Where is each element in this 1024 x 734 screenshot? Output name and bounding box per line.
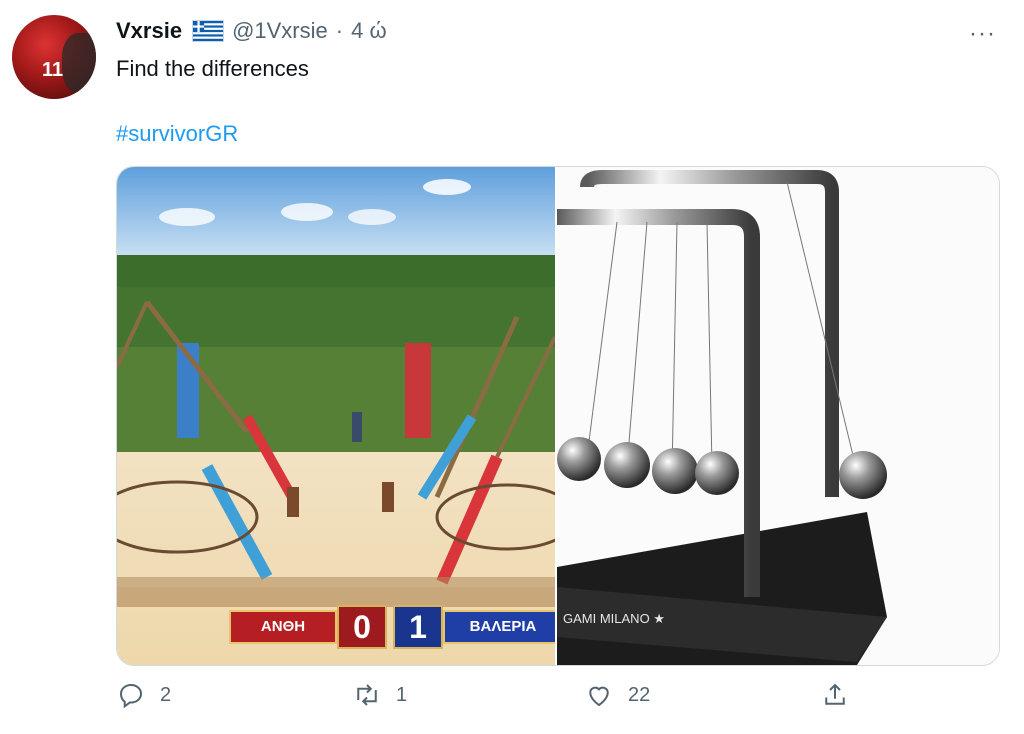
display-name[interactable]: Vxrsie	[116, 18, 182, 44]
survivor-photo[interactable]: ΑΝΘΗ 0 1 ΒΑΛΕΡΙΑ	[117, 167, 555, 665]
more-options-icon[interactable]: ···	[969, 20, 996, 48]
retweet-action[interactable]: 1	[352, 680, 407, 710]
scoreboard: ΑΝΘΗ 0 1 ΒΑΛΕΡΙΑ	[229, 605, 555, 649]
hashtag-link[interactable]: #survivorGR	[116, 121, 238, 147]
survivor-scene	[117, 167, 555, 665]
retweet-count: 1	[396, 683, 408, 706]
retweet-icon	[357, 684, 377, 706]
like-count: 22	[628, 683, 651, 706]
score-right: 1	[393, 605, 443, 649]
newtons-cradle-photo[interactable]: GAMI MILANO ★	[557, 167, 999, 665]
tweet-text: Find the differences	[116, 56, 309, 81]
tweet-actions: 2 1 22	[116, 680, 876, 720]
tweet-media[interactable]: ΑΝΘΗ 0 1 ΒΑΛΕΡΙΑ GAMI MILANO ★	[116, 166, 1000, 666]
timestamp[interactable]: 4 ώ	[351, 18, 387, 44]
greek-flag-icon	[192, 20, 225, 42]
avatar-shadow	[62, 33, 96, 93]
like-action[interactable]: 22	[584, 680, 650, 710]
reply-action[interactable]: 2	[116, 680, 171, 710]
brand-text: GAMI MILANO ★	[563, 611, 665, 626]
heart-icon	[589, 686, 609, 707]
reply-icon	[119, 683, 143, 709]
share-icon	[825, 683, 845, 705]
reply-count: 2	[160, 683, 172, 706]
newtons-cradle-scene: GAMI MILANO ★	[557, 170, 887, 665]
share-action[interactable]	[820, 680, 850, 710]
tweet-header: Vxrsie @1Vxrsie · 4 ώ	[116, 18, 387, 44]
team-right-label: ΒΑΛΕΡΙΑ	[443, 610, 555, 644]
avatar[interactable]: 11	[12, 15, 96, 99]
avatar-jersey-number: 11	[42, 59, 64, 81]
score-left: 0	[337, 605, 387, 649]
user-handle[interactable]: @1Vxrsie	[232, 18, 328, 44]
separator-dot: ·	[335, 18, 344, 43]
team-left-label: ΑΝΘΗ	[229, 610, 337, 644]
